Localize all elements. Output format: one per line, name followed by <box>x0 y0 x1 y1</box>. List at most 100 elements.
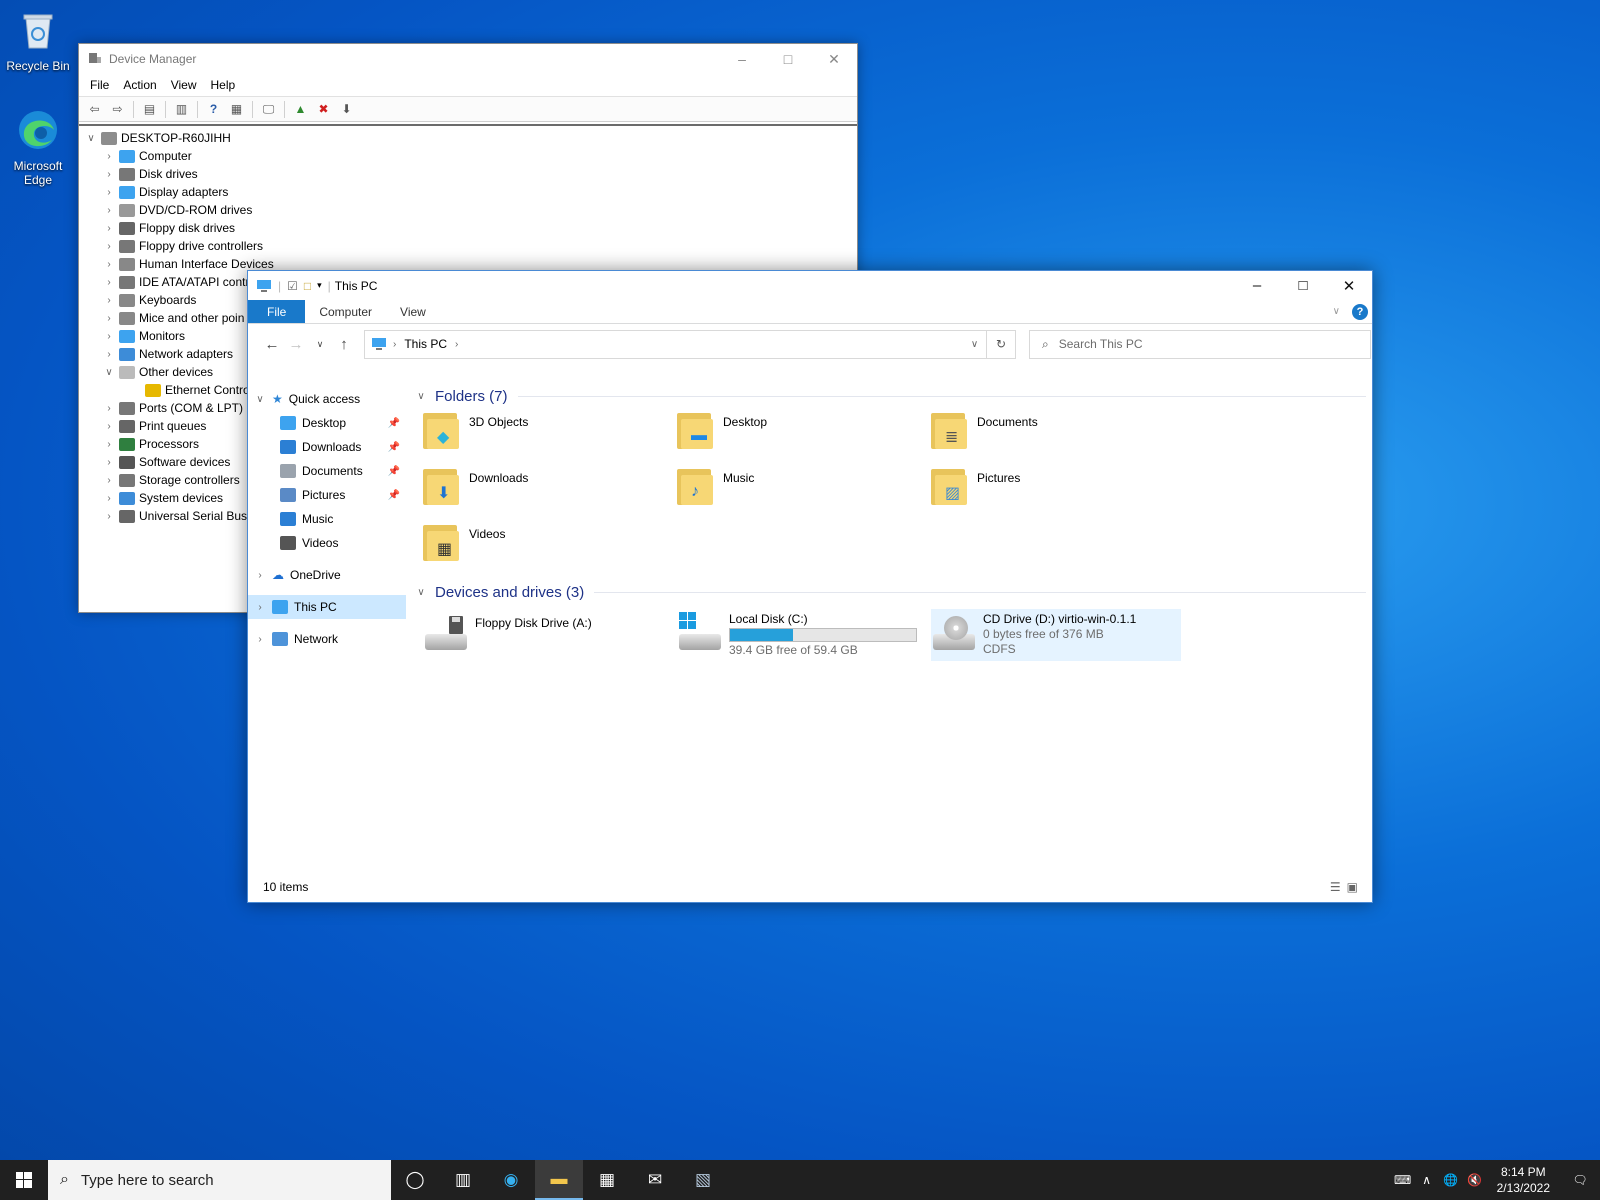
chevron-up-icon[interactable]: ∧ <box>1415 1173 1439 1187</box>
chevron-right-icon[interactable]: › <box>248 602 272 613</box>
device-category-item[interactable]: › Floppy drive controllers <box>79 237 857 255</box>
nav-this-pc[interactable]: › This PC <box>248 595 406 619</box>
customize-qat-icon[interactable]: ▾ <box>317 280 322 291</box>
network-globe-icon[interactable]: 🌐 <box>1439 1173 1463 1187</box>
large-icons-view-icon[interactable]: ▣ <box>1347 880 1358 894</box>
device-category-item[interactable]: › DVD/CD-ROM drives <box>79 201 857 219</box>
cortana-icon[interactable]: ◯ <box>391 1160 439 1200</box>
drives-group-header[interactable]: ∨ Devices and drives (3) <box>413 581 1366 603</box>
close-button[interactable]: ✕ <box>1326 271 1372 301</box>
nav-quick-access[interactable]: ∨ ★ Quick access <box>248 387 406 411</box>
tab-computer[interactable]: Computer <box>305 300 386 323</box>
minimize-button[interactable]: – <box>719 44 765 74</box>
recent-locations-button[interactable]: ∨ <box>308 339 332 350</box>
chevron-right-icon[interactable]: › <box>103 187 115 198</box>
close-button[interactable]: ✕ <box>811 44 857 74</box>
chevron-right-icon[interactable]: › <box>103 277 115 288</box>
folders-group-header[interactable]: ∨ Folders (7) <box>413 385 1366 407</box>
expand-ribbon-icon[interactable]: ∨ <box>1333 306 1340 317</box>
device-category-item[interactable]: › Floppy disk drives <box>79 219 857 237</box>
minimize-button[interactable]: – <box>1234 271 1280 301</box>
device-manager-taskbar-icon[interactable]: ▧ <box>679 1160 727 1200</box>
chevron-right-icon[interactable]: › <box>103 259 115 270</box>
search-input[interactable]: ⌕ Search This PC <box>1029 329 1371 359</box>
chevron-right-icon[interactable]: › <box>248 570 272 581</box>
chevron-right-icon[interactable]: › <box>103 349 115 360</box>
menu-action[interactable]: Action <box>116 78 163 92</box>
chevron-down-icon[interactable]: ∨ <box>85 133 97 144</box>
folder-item[interactable]: ⬇ Downloads <box>423 467 677 515</box>
breadcrumb-separator-icon[interactable]: › <box>455 339 458 350</box>
help-icon[interactable]: ? <box>204 100 223 119</box>
forward-arrow-icon[interactable]: ⇨ <box>108 100 127 119</box>
back-button[interactable]: ← <box>260 336 284 353</box>
pin-icon[interactable]: 📌 <box>388 442 400 453</box>
chevron-down-icon[interactable]: ∨ <box>413 391 429 402</box>
nav-network[interactable]: › Network <box>248 627 406 651</box>
chevron-right-icon[interactable]: › <box>103 331 115 342</box>
explorer-titlebar[interactable]: | ☑ □ ▾ | This PC – □ ✕ <box>248 271 1372 300</box>
device-manager-titlebar[interactable]: Device Manager – □ ✕ <box>79 44 857 74</box>
refresh-icon[interactable]: ↻ <box>987 331 1015 358</box>
breadcrumb-this-pc[interactable]: This PC <box>404 337 447 351</box>
help-icon[interactable]: ? <box>1352 303 1368 320</box>
folder-item[interactable]: ≣ Documents <box>931 411 1185 459</box>
nav-quick-item[interactable]: Downloads 📌 <box>248 435 406 459</box>
chevron-right-icon[interactable]: › <box>248 634 272 645</box>
chevron-right-icon[interactable]: › <box>103 313 115 324</box>
download-driver-icon[interactable]: ⬇ <box>337 100 356 119</box>
nav-onedrive[interactable]: › ☁ OneDrive <box>248 563 406 587</box>
menu-help[interactable]: Help <box>204 78 243 92</box>
menu-file[interactable]: File <box>83 78 116 92</box>
chevron-right-icon[interactable]: › <box>103 151 115 162</box>
start-button[interactable] <box>0 1160 48 1200</box>
chevron-right-icon[interactable]: › <box>103 169 115 180</box>
scan-hardware-icon[interactable]: 🖵 <box>259 100 278 119</box>
edge-desktop-icon[interactable]: Microsoft Edge <box>3 108 73 187</box>
task-view-icon[interactable]: ▥ <box>439 1160 487 1200</box>
chevron-right-icon[interactable]: › <box>103 511 115 522</box>
recycle-bin-desktop-icon[interactable]: Recycle Bin <box>3 8 73 73</box>
nav-quick-item[interactable]: Documents 📌 <box>248 459 406 483</box>
show-hide-console-tree-icon[interactable]: ▤ <box>140 100 159 119</box>
nav-quick-item[interactable]: Pictures 📌 <box>248 483 406 507</box>
nav-quick-item[interactable]: Videos <box>248 531 406 555</box>
nav-quick-item[interactable]: Music <box>248 507 406 531</box>
menu-view[interactable]: View <box>164 78 204 92</box>
pin-icon[interactable]: 📌 <box>388 490 400 501</box>
forward-button[interactable]: → <box>284 336 308 353</box>
back-arrow-icon[interactable]: ⇦ <box>85 100 104 119</box>
up-button[interactable]: ↑ <box>332 336 356 353</box>
store-taskbar-icon[interactable]: ▦ <box>583 1160 631 1200</box>
tab-file[interactable]: File <box>248 300 306 323</box>
device-category-item[interactable]: › Display adapters <box>79 183 857 201</box>
address-history-dropdown-icon[interactable]: ∨ <box>963 330 987 358</box>
folder-item[interactable]: ▬ Desktop <box>677 411 931 459</box>
breadcrumb-separator-icon[interactable]: › <box>393 339 396 350</box>
folder-item[interactable]: ▦ Videos <box>423 523 677 571</box>
device-category-item[interactable]: › Computer <box>79 147 857 165</box>
folder-item[interactable]: ♪ Music <box>677 467 931 515</box>
file-explorer-taskbar-icon[interactable]: ▬ <box>535 1160 583 1200</box>
mail-taskbar-icon[interactable]: ✉ <box>631 1160 679 1200</box>
folder-item[interactable]: ▨ Pictures <box>931 467 1185 515</box>
pin-icon[interactable]: 📌 <box>388 418 400 429</box>
chevron-down-icon[interactable]: ∨ <box>103 367 115 378</box>
chevron-right-icon[interactable]: › <box>103 223 115 234</box>
chevron-right-icon[interactable]: › <box>103 493 115 504</box>
pin-icon[interactable]: 📌 <box>388 466 400 477</box>
drive-item-c[interactable]: Local Disk (C:) 39.4 GB free of 59.4 GB <box>677 609 931 661</box>
drive-item-d[interactable]: CD Drive (D:) virtio-win-0.1.1 0 bytes f… <box>931 609 1181 661</box>
update-driver-icon[interactable]: ▲ <box>291 100 310 119</box>
chevron-down-icon[interactable]: ∨ <box>248 394 272 405</box>
edge-taskbar-icon[interactable]: ◉ <box>487 1160 535 1200</box>
chevron-right-icon[interactable]: › <box>103 439 115 450</box>
drive-item-a[interactable]: Floppy Disk Drive (A:) <box>423 609 677 661</box>
notifications-icon[interactable]: 🗨 <box>1560 1173 1600 1187</box>
taskbar-search-box[interactable]: ⌕ Type here to search <box>48 1160 391 1200</box>
chevron-right-icon[interactable]: › <box>103 205 115 216</box>
device-category-item[interactable]: › Disk drives <box>79 165 857 183</box>
volume-muted-icon[interactable]: 🔇 <box>1463 1173 1487 1187</box>
nav-quick-item[interactable]: Desktop 📌 <box>248 411 406 435</box>
keyboard-icon[interactable]: ⌨ <box>1391 1173 1415 1187</box>
